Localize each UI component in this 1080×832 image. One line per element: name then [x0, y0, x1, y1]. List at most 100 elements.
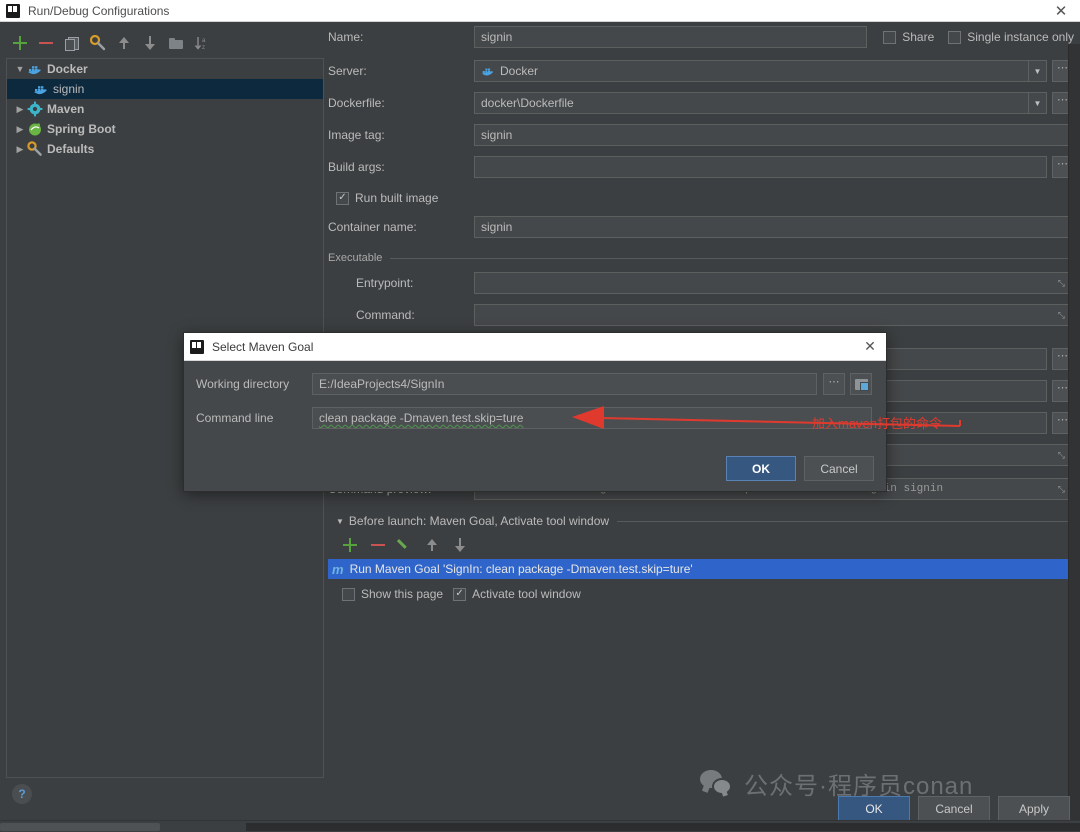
scrollbar-track[interactable]	[246, 823, 1080, 831]
add-before-launch-task-button[interactable]	[342, 537, 358, 553]
maven-gear-icon	[27, 101, 43, 117]
expand-icon[interactable]: ⤡	[1058, 445, 1067, 465]
share-label: Share	[902, 30, 935, 44]
remove-before-launch-task-button[interactable]	[370, 537, 386, 553]
spring-boot-icon	[27, 121, 43, 137]
before-launch-task-item[interactable]: m Run Maven Goal 'SignIn: clean package …	[328, 559, 1074, 579]
docker-icon	[481, 64, 495, 78]
chevron-right-icon[interactable]: ▶	[13, 104, 27, 115]
dialog-ok-button[interactable]: OK	[726, 456, 796, 481]
single-instance-checkbox[interactable]	[948, 30, 962, 44]
window-titlebar: Run/Debug Configurations ✕	[0, 0, 1080, 22]
cancel-button[interactable]: Cancel	[918, 796, 990, 822]
add-configuration-button[interactable]	[12, 35, 28, 51]
activate-tool-window-checkbox[interactable]: ✓	[453, 587, 467, 601]
chevron-right-icon[interactable]: ▶	[13, 124, 27, 135]
name-input[interactable]: signin	[474, 26, 868, 48]
dockerfile-select[interactable]: docker\Dockerfile ▼	[474, 92, 1047, 114]
run-built-image-label: Run built image	[355, 191, 439, 205]
apply-button[interactable]: Apply	[998, 796, 1070, 822]
svg-text:z: z	[202, 45, 205, 51]
scrollbar-thumb-left[interactable]	[0, 823, 160, 831]
tree-item-label: Docker	[47, 62, 88, 76]
sort-az-icon[interactable]: a z	[194, 35, 210, 51]
tree-item-spring-boot[interactable]: ▶ Spring Boot	[7, 119, 323, 139]
pencil-icon[interactable]	[398, 538, 412, 552]
copy-configuration-button[interactable]	[64, 35, 80, 51]
entrypoint-input[interactable]: ⤡	[474, 272, 1074, 294]
server-label: Server:	[328, 64, 367, 78]
working-directory-row: Working directory E:/IdeaProjects4/SignI…	[196, 373, 872, 395]
dialog-buttons: OK Cancel	[726, 456, 874, 481]
entrypoint-row: Entrypoint: ⤡	[328, 272, 1074, 294]
wrench-icon[interactable]	[89, 34, 106, 51]
server-value: Docker	[500, 64, 539, 78]
move-task-down-button[interactable]	[452, 537, 468, 553]
expand-icon[interactable]: ⤡	[1058, 305, 1067, 325]
intellij-idea-icon	[6, 3, 20, 18]
expand-icon[interactable]: ⤡	[1058, 273, 1067, 293]
command-line-value: clean package -Dmaven.test.skip=ture	[319, 411, 524, 425]
run-debug-configurations-window: Run/Debug Configurations ✕ a z ▼ Docker …	[0, 0, 1080, 832]
divider	[617, 520, 1074, 522]
remove-configuration-button[interactable]	[38, 35, 54, 51]
tree-item-signin[interactable]: signin	[7, 79, 323, 99]
close-icon[interactable]: ✕	[1052, 2, 1070, 20]
dialog-cancel-button[interactable]: Cancel	[804, 456, 874, 481]
run-built-image-row: ✓ Run built image	[328, 188, 1074, 208]
move-task-up-button[interactable]	[424, 537, 440, 553]
move-up-button[interactable]	[116, 35, 132, 51]
image-tag-input[interactable]: signin	[474, 124, 1074, 146]
move-down-button[interactable]	[142, 35, 158, 51]
image-tag-row: Image tag: signin	[328, 124, 1074, 146]
show-this-page-checkbox[interactable]	[342, 587, 355, 601]
horizontal-scrollbar[interactable]	[0, 820, 1080, 832]
container-name-input[interactable]: signin	[474, 216, 1074, 238]
dialog-titlebar: Select Maven Goal ✕	[184, 333, 886, 361]
build-args-input[interactable]	[474, 156, 1047, 178]
chevron-down-icon[interactable]: ▼	[1028, 61, 1046, 81]
command-label: Command:	[356, 308, 415, 322]
before-launch-title: Before launch: Maven Goal, Activate tool…	[348, 514, 610, 528]
svg-text:a: a	[202, 38, 206, 44]
dialog-title: Select Maven Goal	[212, 339, 314, 354]
command-line-label: Command line	[196, 411, 274, 425]
working-directory-input[interactable]: E:/IdeaProjects4/SignIn	[312, 373, 817, 395]
tree-item-label: Maven	[47, 102, 85, 116]
dialog-content: Working directory E:/IdeaProjects4/SignI…	[184, 361, 886, 461]
tree-item-label: signin	[53, 82, 85, 96]
entrypoint-label: Entrypoint:	[356, 276, 414, 290]
command-input[interactable]: ⤡	[474, 304, 1074, 326]
footer-buttons: OK Cancel Apply	[838, 796, 1070, 822]
help-button[interactable]: ?	[12, 784, 32, 804]
tree-item-label: Spring Boot	[47, 122, 116, 136]
dialog-footer: ? OK Cancel Apply	[0, 774, 1080, 822]
configurations-toolbar: a z	[6, 30, 324, 56]
select-maven-goal-dialog: Select Maven Goal ✕ Working directory E:…	[183, 332, 887, 492]
chevron-down-icon[interactable]: ▼	[336, 517, 344, 526]
chevron-down-icon[interactable]: ▼	[13, 64, 27, 74]
chevron-down-icon[interactable]: ▼	[1028, 93, 1046, 113]
single-instance-label: Single instance only	[967, 30, 1074, 44]
before-launch-header[interactable]: ▼ Before launch: Maven Goal, Activate to…	[336, 514, 1074, 528]
tree-item-defaults[interactable]: ▶ Defaults	[7, 139, 323, 159]
command-line-row: Command line clean package -Dmaven.test.…	[196, 407, 872, 429]
folder-blue-icon[interactable]	[850, 373, 872, 395]
expand-icon[interactable]: ⤡	[1058, 479, 1067, 499]
share-checkbox[interactable]	[883, 30, 897, 44]
divider	[390, 257, 1074, 259]
tree-item-maven[interactable]: ▶ Maven	[7, 99, 323, 119]
ok-button[interactable]: OK	[838, 796, 910, 822]
chevron-right-icon[interactable]: ▶	[13, 144, 27, 155]
close-icon[interactable]: ✕	[860, 337, 880, 357]
image-tag-label: Image tag:	[328, 128, 385, 142]
container-name-label: Container name:	[328, 220, 417, 234]
working-directory-browse-button[interactable]: ⋯	[823, 373, 845, 395]
new-folder-button[interactable]	[168, 35, 184, 51]
tree-item-label: Defaults	[47, 142, 95, 156]
run-built-image-checkbox[interactable]: ✓	[336, 191, 349, 205]
name-label: Name:	[328, 30, 364, 44]
server-select[interactable]: Docker ▼	[474, 60, 1047, 82]
command-line-input[interactable]: clean package -Dmaven.test.skip=ture	[312, 407, 872, 429]
tree-item-docker[interactable]: ▼ Docker	[7, 59, 323, 79]
